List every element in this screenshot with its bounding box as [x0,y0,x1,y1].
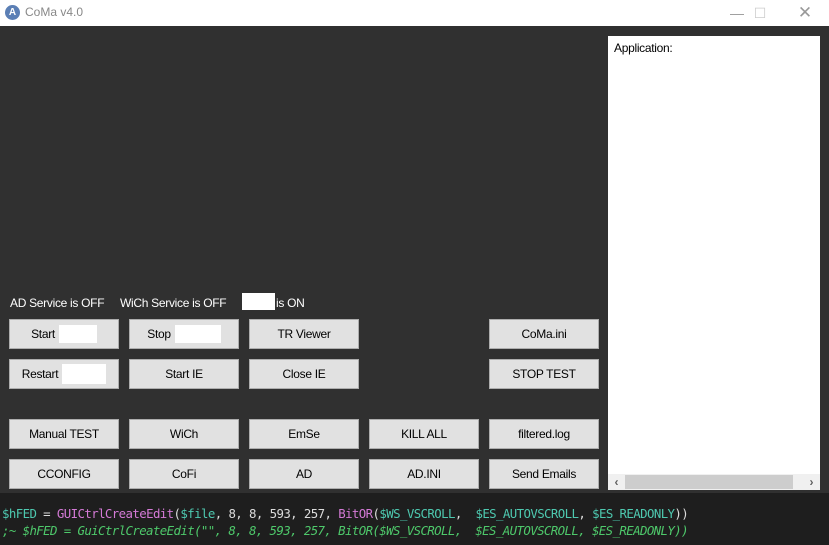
stop-button[interactable]: Stop [129,319,239,349]
code-token: $ES_READONLY [592,506,675,521]
application-label: Application: [614,41,673,55]
stop-test-button[interactable]: STOP TEST [489,359,599,389]
tr-viewer-button[interactable]: TR Viewer [249,319,359,349]
application-output-box[interactable]: Application: ‹ › [608,36,820,490]
start-label: Start [31,327,55,341]
send-emails-button[interactable]: Send Emails [489,459,599,489]
service-on-status: is ON [276,296,305,310]
title-bar: A CoMa v4.0 — ☐ ✕ [0,0,829,26]
code-token: = [36,506,57,521]
restart-label: Restart [21,367,59,381]
wich-service-status: WiCh Service is OFF [120,296,227,310]
code-token: , [454,506,476,521]
ad-service-status: AD Service is OFF [10,296,105,310]
code-token: $WS_VSCROLL [379,506,455,521]
horizontal-scrollbar[interactable]: ‹ › [608,474,820,490]
maximize-button[interactable]: ☐ [737,0,783,26]
manual-test-button[interactable]: Manual TEST [9,419,119,449]
redacted-name [242,293,275,310]
ad-ini-button[interactable]: AD.INI [369,459,479,489]
start-button[interactable]: Start [9,319,119,349]
code-token: BitOR [338,506,373,521]
ad-button[interactable]: AD [249,459,359,489]
wich-button[interactable]: WiCh [129,419,239,449]
app-logo-icon: A [5,5,20,20]
window-title: CoMa v4.0 [25,5,84,19]
code-line-1: $hFED = GUICtrlCreateEdit($file, 8, 8, 5… [2,506,689,521]
code-token: $ES_AUTOVSCROLL [475,506,579,521]
close-button[interactable]: ✕ [782,0,828,26]
kill-all-button[interactable]: KILL ALL [369,419,479,449]
redacted-name [62,364,107,384]
scrollbar-thumb[interactable] [625,475,793,489]
code-token: $hFED [2,506,37,521]
scroll-right-icon[interactable]: › [803,474,820,490]
code-token: GUICtrlCreateEdit [56,506,174,521]
redacted-name [174,325,221,343]
code-token: , 8, 8, 593, 257, [214,506,339,521]
start-ie-button[interactable]: Start IE [129,359,239,389]
cofi-button[interactable]: CoFi [129,459,239,489]
emse-button[interactable]: EmSe [249,419,359,449]
code-token: , [578,506,593,521]
code-line-2-comment: ;~ $hFED = GuiCtrlCreateEdit("", 8, 8, 5… [2,523,689,538]
code-token: )) [674,506,689,521]
cconfig-button[interactable]: CCONFIG [9,459,119,489]
code-token: $file [180,506,215,521]
filtered-log-button[interactable]: filtered.log [489,419,599,449]
stop-label: Stop [147,327,171,341]
coma-ini-button[interactable]: CoMa.ini [489,319,599,349]
restart-button[interactable]: Restart [9,359,119,389]
scroll-left-icon[interactable]: ‹ [608,474,625,490]
close-ie-button[interactable]: Close IE [249,359,359,389]
redacted-name [58,325,97,343]
